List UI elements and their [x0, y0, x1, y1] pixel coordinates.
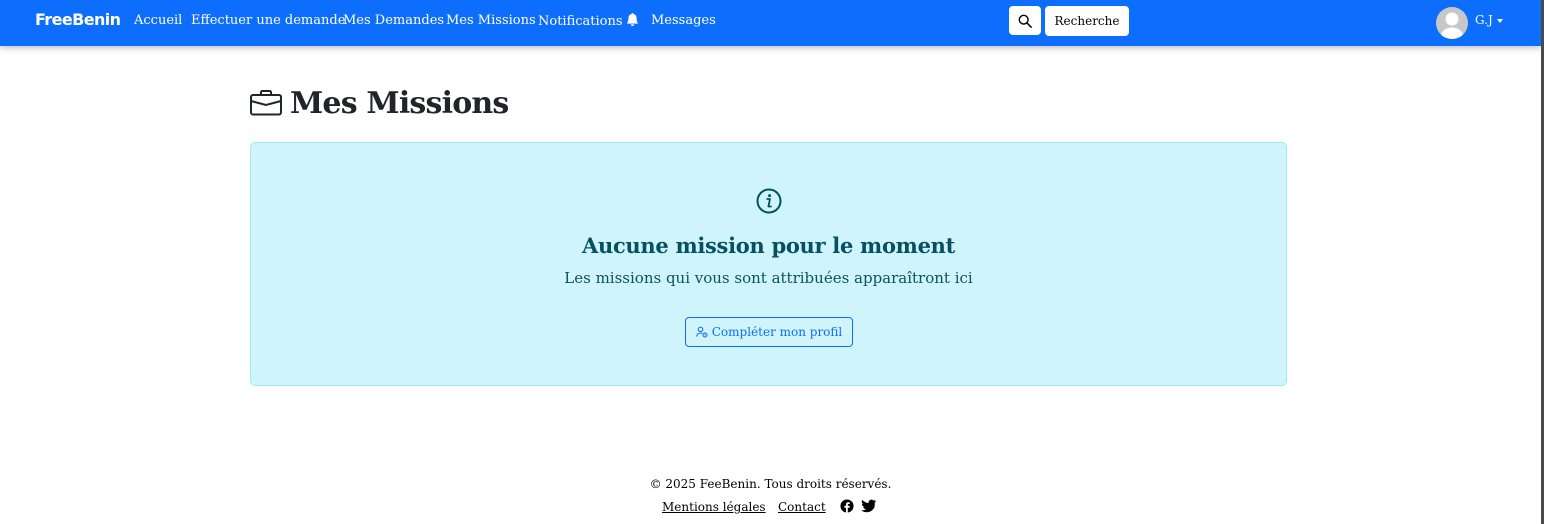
search-icon: [1018, 14, 1032, 28]
alert-subtitle: Les missions qui vous sont attribuées ap…: [564, 269, 973, 287]
user-name[interactable]: G.J: [1475, 13, 1493, 27]
user-avatar-icon: [1441, 12, 1463, 39]
nav-effectuer-demande[interactable]: Effectuer une demande: [191, 13, 345, 28]
search-icon-button[interactable]: [1009, 6, 1041, 35]
footer-link-mentions[interactable]: Mentions légales: [662, 500, 766, 514]
bell-icon: [626, 13, 638, 26]
nav-messages[interactable]: Messages: [651, 13, 716, 28]
briefcase-icon: [250, 90, 282, 116]
nav-mes-demandes[interactable]: Mes Demandes: [343, 13, 444, 28]
facebook-icon[interactable]: [840, 499, 854, 513]
alert-title: Aucune mission pour le moment: [581, 233, 956, 258]
nav-accueil[interactable]: Accueil: [134, 13, 182, 28]
twitter-icon[interactable]: [861, 499, 876, 513]
nav-notifications-label: Notifications: [538, 14, 623, 29]
search-button[interactable]: Recherche: [1045, 6, 1129, 36]
avatar[interactable]: [1436, 7, 1468, 39]
chevron-down-icon[interactable]: [1497, 19, 1503, 23]
footer-link-contact[interactable]: Contact: [778, 500, 826, 514]
info-icon: [756, 188, 782, 214]
complete-profile-button[interactable]: Compléter mon profil: [685, 317, 853, 347]
navbar: FreeBenin Accueil Effectuer une demande …: [0, 0, 1541, 46]
empty-missions-alert: Aucune mission pour le moment Les missio…: [250, 142, 1287, 386]
complete-profile-label: Compléter mon profil: [711, 325, 843, 339]
person-gear-icon: [695, 326, 708, 338]
brand-logo[interactable]: FreeBenin: [35, 10, 121, 29]
page-title: Mes Missions: [290, 86, 509, 121]
nav-mes-missions[interactable]: Mes Missions: [446, 13, 536, 28]
footer-copyright: © 2025 FeeBenin. Tous droits réservés.: [649, 477, 892, 491]
nav-notifications[interactable]: Notifications: [538, 13, 639, 29]
